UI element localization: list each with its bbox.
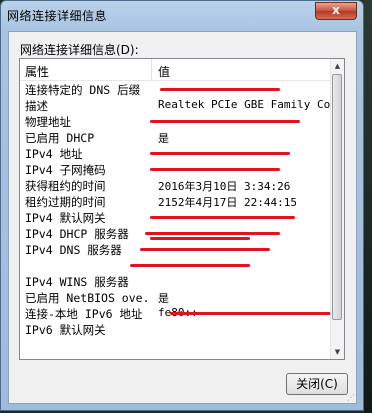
property-cell: IPv6 默认网关 xyxy=(25,323,106,337)
redaction-mark xyxy=(160,88,280,91)
vertical-scrollbar[interactable]: ▲ ▼ xyxy=(330,59,344,359)
scroll-down-icon[interactable]: ▼ xyxy=(332,345,343,359)
table-row[interactable]: IPv4 DNS 服务器 xyxy=(20,241,333,257)
table-row[interactable]: IPv4 默认网关 xyxy=(20,209,333,225)
property-cell: IPv4 DHCP 服务器 xyxy=(25,227,129,241)
property-cell: 连接-本地 IPv6 地址 xyxy=(25,307,143,321)
table-row[interactable]: 获得租约的时间 2016年3月10日 3:34:26 xyxy=(20,177,333,193)
table-row[interactable]: IPv6 默认网关 xyxy=(20,321,333,337)
property-cell: 描述 xyxy=(25,99,48,113)
redaction-mark xyxy=(130,264,250,267)
property-cell: 获得租约的时间 xyxy=(25,179,106,193)
table-row[interactable]: 连接-本地 IPv6 地址fe80:: xyxy=(20,305,333,321)
property-cell: IPv4 DNS 服务器 xyxy=(25,243,122,257)
scroll-up-icon[interactable]: ▲ xyxy=(332,59,343,73)
table-row[interactable]: 已启用 DHCP 是 xyxy=(20,129,333,145)
value-cell: 是 xyxy=(158,292,169,305)
column-header-value[interactable]: 值 xyxy=(158,63,170,80)
list-header: 属性 值 xyxy=(20,59,333,81)
redaction-mark xyxy=(150,120,300,123)
table-row[interactable]: 描述 Realtek PCIe GBE Family Controller xyxy=(20,97,333,113)
redaction-mark xyxy=(140,248,270,251)
property-cell: IPv4 WINS 服务器 xyxy=(25,275,129,289)
property-cell: IPv4 地址 xyxy=(25,147,83,161)
redaction-mark xyxy=(150,216,295,219)
redaction-mark xyxy=(150,237,250,240)
table-row[interactable]: 连接特定的 DNS 后缀 xyxy=(20,81,333,97)
property-cell: 已启用 DHCP xyxy=(25,131,95,145)
property-cell: 已启用 NetBIOS ove... xyxy=(25,291,150,305)
property-cell: 连接特定的 DNS 后缀 xyxy=(25,83,141,97)
section-label: 网络连接详细信息(D): xyxy=(20,43,139,57)
network-details-dialog: 网络连接详细信息 x 网络连接详细信息(D): 属性 值 连接特定的 DNS 后… xyxy=(0,0,364,411)
table-row[interactable]: 已启用 NetBIOS ove... 是 xyxy=(20,289,333,305)
table-row[interactable]: 租约过期的时间 2152年4月17日 22:44:15 xyxy=(20,193,333,209)
table-row[interactable]: IPv4 DHCP 服务器 xyxy=(20,225,333,241)
scrollbar-thumb[interactable] xyxy=(332,74,342,320)
close-button[interactable]: 关闭(C) xyxy=(286,373,348,395)
property-cell: 租约过期的时间 xyxy=(25,195,106,209)
value-cell: 2016年3月10日 3:34:26 xyxy=(158,180,291,193)
column-divider[interactable] xyxy=(151,59,152,80)
redaction-mark xyxy=(150,152,290,155)
redaction-mark xyxy=(170,312,333,315)
table-row[interactable]: 物理地址 xyxy=(20,113,333,129)
table-row[interactable]: IPv4 子网掩码 xyxy=(20,161,333,177)
desktop-background xyxy=(364,0,372,413)
list-rows: 连接特定的 DNS 后缀 描述 Realtek PCIe GBE Family Co… xyxy=(20,81,333,337)
value-cell: Realtek PCIe GBE Family Controller xyxy=(158,98,333,111)
property-cell: IPv4 子网掩码 xyxy=(25,163,106,177)
property-cell: IPv4 默认网关 xyxy=(25,211,106,225)
resize-grip-icon[interactable]: ⋰ xyxy=(347,393,355,402)
value-cell: 2152年4月17日 22:44:15 xyxy=(158,196,297,209)
redaction-mark xyxy=(145,232,280,235)
table-row[interactable] xyxy=(20,257,333,273)
details-list[interactable]: 属性 值 连接特定的 DNS 后缀 描述 Realtek PCIe GBE Fami… xyxy=(19,58,345,360)
value-cell: 是 xyxy=(158,132,169,145)
close-icon[interactable]: x xyxy=(315,2,357,20)
window-title: 网络连接详细信息 xyxy=(7,9,108,23)
redaction-mark xyxy=(150,168,280,171)
table-row[interactable]: IPv4 WINS 服务器 xyxy=(20,273,333,289)
title-bar[interactable]: 网络连接详细信息 x xyxy=(1,1,363,29)
column-header-property[interactable]: 属性 xyxy=(25,63,49,80)
dialog-content: 网络连接详细信息(D): 属性 值 连接特定的 DNS 后缀 描述 Realtek … xyxy=(8,31,357,404)
table-row[interactable]: IPv4 地址 xyxy=(20,145,333,161)
property-cell: 物理地址 xyxy=(25,115,71,129)
